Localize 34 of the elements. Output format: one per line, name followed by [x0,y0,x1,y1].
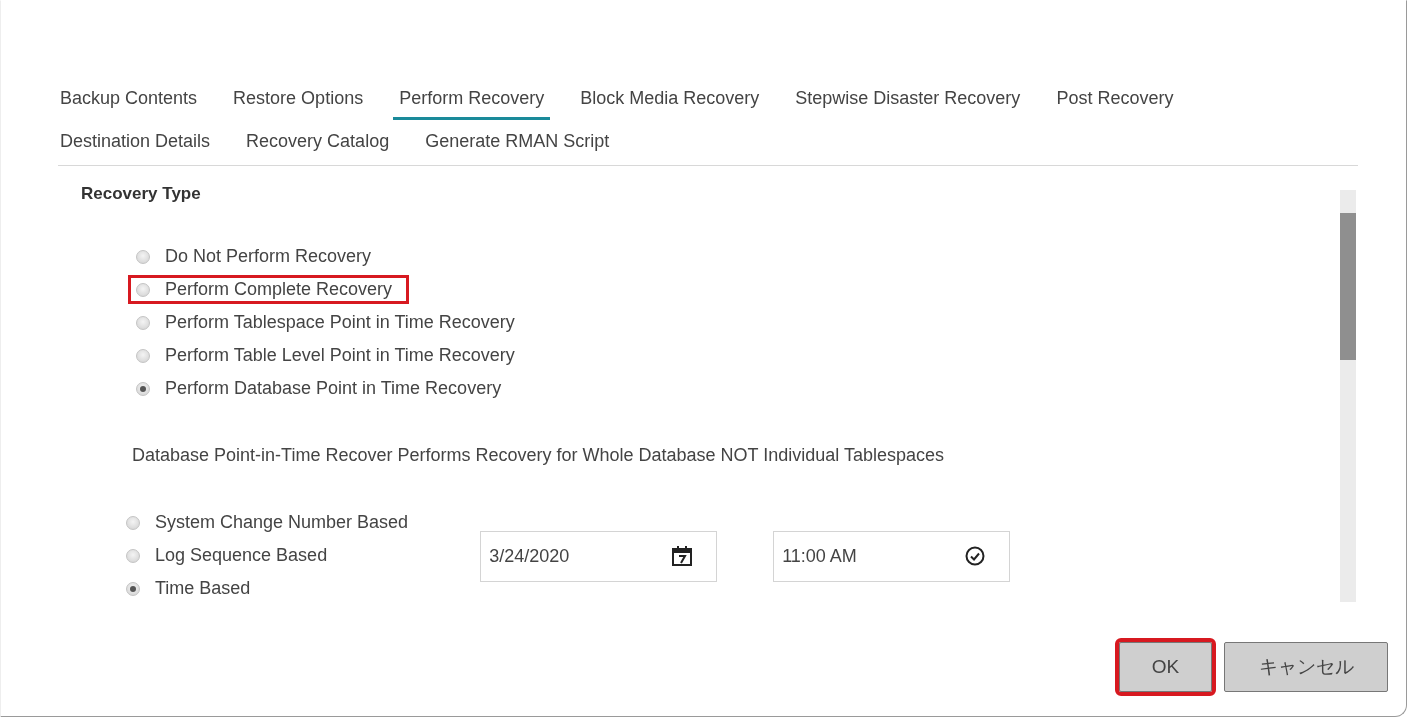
tab[interactable]: Post Recovery [1056,79,1174,120]
radio-button[interactable] [126,548,140,563]
tab[interactable]: Destination Details [60,122,211,163]
radio-button[interactable] [136,282,150,297]
info-text: Database Point-in-Time Recover Performs Recovery for Whole Database NOT Individual Tablespaces [132,445,946,466]
radio-label[interactable]: Time Based [155,578,251,599]
tab[interactable]: Recovery Catalog [246,122,390,163]
tab[interactable]: Generate RMAN Script [425,122,610,163]
tab[interactable]: Restore Options [233,79,364,120]
tab[interactable]: Perform Recovery [393,79,551,120]
radio-button[interactable] [136,348,150,363]
radio-label[interactable]: Perform Database Point in Time Recovery [165,378,502,399]
section-heading: Recovery Type [81,184,202,204]
radio-label[interactable]: Perform Table Level Point in Time Recovery [165,345,515,366]
tab[interactable]: Backup Contents [60,79,198,120]
radio-label[interactable]: System Change Number Based [155,512,409,533]
radio-label[interactable]: Perform Tablespace Point in Time Recovery [165,312,515,333]
tab[interactable]: Stepwise Disaster Recovery [795,79,1021,120]
radio-button[interactable] [126,581,140,596]
radio-button[interactable] [136,249,150,264]
cancel-button[interactable]: キャンセル [1224,642,1388,692]
radio-button[interactable] [136,315,150,330]
calendar-icon[interactable] [671,545,694,567]
radio-label[interactable]: Do Not Perform Recovery [165,246,372,267]
radio-button[interactable] [136,381,150,396]
check-circle-icon[interactable] [964,545,987,567]
radio-label[interactable]: Perform Complete Recovery [165,279,393,300]
radio-label[interactable]: Log Sequence Based [155,545,328,566]
scrollbar-thumb[interactable] [1340,213,1356,360]
scrollbar[interactable] [1340,190,1356,602]
time-field[interactable]: 11:00 AM [773,531,1011,582]
tab[interactable]: Block Media Recovery [580,79,760,120]
radio-button[interactable] [126,515,140,530]
date-field[interactable]: 3/24/2020 [480,531,718,582]
